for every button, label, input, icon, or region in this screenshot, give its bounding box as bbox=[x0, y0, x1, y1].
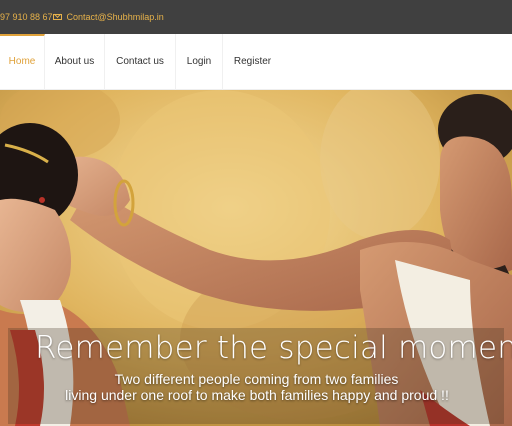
hero-subtitle-line-2: living under one roof to make both famil… bbox=[65, 387, 449, 403]
hero-title: Remember the special moment bbox=[35, 330, 512, 366]
hero-subtitle-line-1: Two different people coming from two fam… bbox=[114, 371, 399, 387]
contact-email-link[interactable]: Contact@Shubhmilap.in bbox=[53, 12, 164, 22]
hero-banner: Remember the special moment Two differen… bbox=[0, 90, 512, 426]
top-contact-bar: 97 910 88 67 Contact@Shubhmilap.in bbox=[0, 0, 512, 34]
contact-email-text: Contact@Shubhmilap.in bbox=[66, 12, 164, 22]
phone-number[interactable]: 97 910 88 67 bbox=[0, 12, 53, 22]
nav-register[interactable]: Register bbox=[223, 34, 282, 90]
main-navigation: Home About us Contact us Login Register bbox=[0, 34, 512, 90]
nav-contact-us[interactable]: Contact us bbox=[105, 34, 176, 90]
nav-about-us[interactable]: About us bbox=[45, 34, 105, 90]
nav-login[interactable]: Login bbox=[176, 34, 223, 90]
nav-home[interactable]: Home bbox=[0, 34, 45, 90]
envelope-icon bbox=[53, 14, 62, 20]
